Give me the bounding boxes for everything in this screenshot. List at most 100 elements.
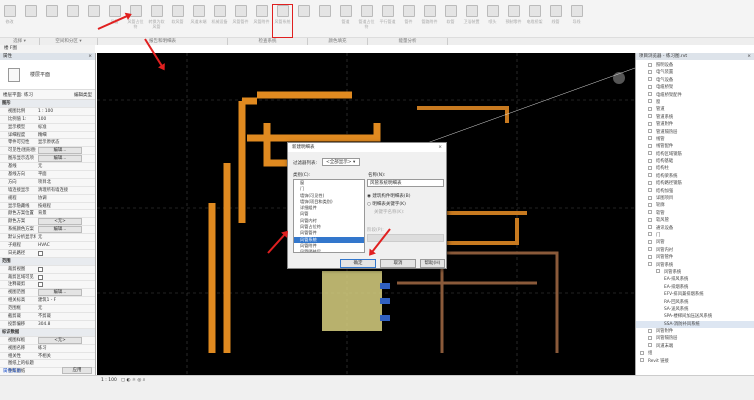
- property-value[interactable]: 清理所有墙连接: [36, 187, 95, 194]
- edit-button[interactable]: 编辑...: [38, 155, 82, 163]
- view-selector[interactable]: 楼 F图: [0, 45, 95, 53]
- property-value[interactable]: 显示原状态: [36, 139, 95, 146]
- ribbon-button[interactable]: 软风管: [168, 5, 187, 37]
- ribbon-button[interactable]: 风道末端: [189, 5, 208, 37]
- property-value[interactable]: 100: [36, 116, 95, 123]
- browser-item[interactable]: 结构基础: [636, 158, 754, 165]
- browser-item[interactable]: 风管系统: [636, 262, 754, 269]
- browser-item[interactable]: 结构区域钢筋: [636, 151, 754, 158]
- property-value[interactable]: 平面: [36, 171, 95, 178]
- expand-icon[interactable]: [648, 158, 652, 163]
- property-value[interactable]: 无: [36, 163, 95, 170]
- browser-item[interactable]: 结构加强: [636, 188, 754, 195]
- expand-icon[interactable]: [648, 217, 652, 222]
- expand-icon[interactable]: [648, 165, 652, 170]
- property-value[interactable]: 编辑...: [36, 155, 95, 163]
- property-value[interactable]: 项目北: [36, 179, 95, 186]
- panel-energy[interactable]: 能量分析: [368, 38, 448, 45]
- category-list[interactable]: 窗门墙饰(可见性) 墙饰(项目和类别) 详细组件 风管 风管内衬 风管占位符 风管管件 风管系…: [293, 179, 365, 253]
- edit-button[interactable]: 编辑...: [38, 226, 82, 234]
- property-value[interactable]: 精细: [36, 132, 95, 139]
- edit-button[interactable]: <无>: [38, 218, 82, 226]
- property-value[interactable]: HVAC: [36, 242, 95, 249]
- expand-icon[interactable]: [648, 247, 652, 252]
- ribbon-button[interactable]: [84, 5, 103, 37]
- property-value[interactable]: <无>: [36, 218, 95, 226]
- ribbon-button[interactable]: [63, 5, 82, 37]
- browser-item[interactable]: Revit 链接: [636, 358, 754, 365]
- browser-item[interactable]: 结构梁系统: [636, 173, 754, 180]
- browser-item[interactable]: SPA-楼梯间加压送风系统: [636, 313, 754, 320]
- expand-icon[interactable]: [648, 129, 652, 134]
- ribbon-button[interactable]: 管路附件: [420, 5, 439, 37]
- ribbon-button[interactable]: 管道占位符: [357, 5, 376, 37]
- close-icon[interactable]: ×: [747, 53, 751, 60]
- expand-icon[interactable]: [648, 114, 652, 119]
- expand-icon[interactable]: [648, 225, 652, 230]
- expand-icon[interactable]: [648, 180, 652, 185]
- browser-item[interactable]: 电缆桥架配件: [636, 92, 754, 99]
- filter-select[interactable]: <全部显示> ▾: [322, 158, 360, 166]
- panel-spaces[interactable]: 空间和分区 ▾: [40, 38, 98, 45]
- ribbon-button[interactable]: 线管: [546, 5, 565, 37]
- property-value[interactable]: 编辑...: [36, 226, 95, 234]
- name-input[interactable]: 风管系统明细表: [367, 179, 444, 187]
- property-value[interactable]: 不剪裁: [36, 313, 95, 320]
- property-value[interactable]: [36, 281, 95, 288]
- browser-item[interactable]: 窗: [636, 99, 754, 106]
- browser-item[interactable]: 电缆桥架: [636, 84, 754, 91]
- browser-item[interactable]: 风管管件: [636, 254, 754, 261]
- browser-item[interactable]: EA-排烟系统: [636, 284, 754, 291]
- dialog-close-icon[interactable]: ×: [438, 143, 442, 152]
- browser-item[interactable]: 电气设备: [636, 77, 754, 84]
- browser-item[interactable]: 照明设备: [636, 62, 754, 69]
- property-value[interactable]: 按规程: [36, 203, 95, 210]
- browser-item[interactable]: 线管: [636, 136, 754, 143]
- browser-item[interactable]: 管道隔热层: [636, 129, 754, 136]
- browser-item[interactable]: EA-排风系统: [636, 276, 754, 283]
- expand-icon[interactable]: [648, 106, 652, 111]
- expand-icon[interactable]: [648, 62, 652, 67]
- browser-item[interactable]: 结构路径钢筋: [636, 180, 754, 187]
- browser-item[interactable]: EFV-排风兼排烟系统: [636, 291, 754, 298]
- browser-item[interactable]: 组: [636, 350, 754, 357]
- panel-color-fill[interactable]: 颜色填充: [308, 38, 368, 45]
- property-value[interactable]: 无: [36, 234, 95, 241]
- browser-item[interactable]: 管道: [636, 106, 754, 113]
- property-group[interactable]: 范围: [0, 257, 95, 266]
- checkbox[interactable]: [38, 282, 43, 288]
- expand-icon[interactable]: [640, 358, 644, 363]
- ribbon-button[interactable]: 喷头: [483, 5, 502, 37]
- property-value[interactable]: 1 : 100: [36, 108, 95, 115]
- ribbon-button[interactable]: [315, 5, 334, 37]
- browser-item[interactable]: 风管内衬: [636, 247, 754, 254]
- browser-item[interactable]: 通讯设备: [636, 225, 754, 232]
- browser-item[interactable]: 管道附件: [636, 121, 754, 128]
- ribbon-button[interactable]: 平行管道: [378, 5, 397, 37]
- ribbon-button[interactable]: 风管系统: [272, 4, 293, 38]
- expand-icon[interactable]: [648, 335, 652, 340]
- property-group[interactable]: 图形: [0, 100, 95, 108]
- edit-button[interactable]: <无>: [38, 336, 82, 344]
- browser-item[interactable]: 风管: [636, 239, 754, 246]
- checkbox[interactable]: [38, 274, 43, 280]
- checkbox[interactable]: [38, 250, 43, 256]
- property-value[interactable]: 背景: [36, 210, 95, 217]
- panel-reports[interactable]: 报告和明细表: [98, 38, 228, 45]
- browser-item[interactable]: 风管系统: [636, 269, 754, 276]
- browser-item[interactable]: 管道系统: [636, 114, 754, 121]
- expand-icon[interactable]: [648, 92, 652, 97]
- expand-icon[interactable]: [648, 151, 652, 156]
- browser-item[interactable]: 结构柱: [636, 165, 754, 172]
- browser-item[interactable]: 轮廓: [636, 202, 754, 209]
- expand-icon[interactable]: [648, 188, 652, 193]
- ribbon-button[interactable]: 转换为软风管: [147, 5, 166, 37]
- ribbon-button[interactable]: 预制零件: [504, 5, 523, 37]
- property-group[interactable]: 标识数据: [0, 328, 95, 337]
- ribbon-button[interactable]: 修改: [0, 5, 19, 37]
- ribbon-button[interactable]: 软管: [441, 5, 460, 37]
- ribbon-button[interactable]: 机械设备: [210, 5, 229, 37]
- edit-type-button[interactable]: 编辑类型: [74, 92, 92, 98]
- property-value[interactable]: 编辑...: [36, 147, 95, 155]
- view-instance-select[interactable]: 楼层平面: 练习: [3, 92, 33, 98]
